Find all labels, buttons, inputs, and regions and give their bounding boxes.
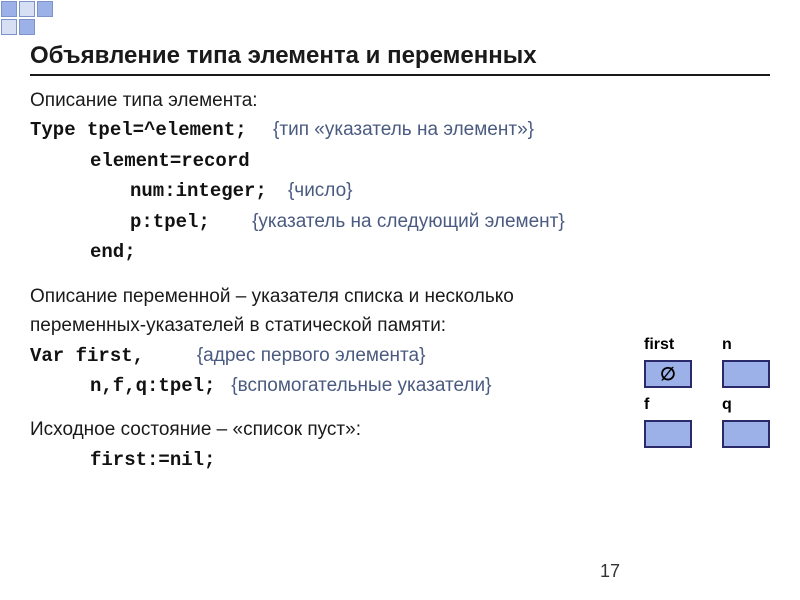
- type-description-label: Описание типа элемента:: [30, 86, 770, 115]
- code-text: Var first,: [30, 345, 144, 367]
- box-label-first: first: [644, 336, 704, 354]
- diagram-row-1: first n: [644, 336, 772, 354]
- code-text: Type tpel=^element;: [30, 119, 247, 141]
- code-text: first:=nil;: [90, 449, 215, 471]
- box-label-n: n: [704, 336, 772, 354]
- code-line-3: num:integer; {число}: [30, 176, 770, 206]
- slide-title: Объявление типа элемента и переменных: [30, 42, 770, 76]
- empty-set-icon: ∅: [660, 364, 676, 385]
- code-text: element=record: [90, 150, 250, 172]
- diagram-row-2: f q: [644, 396, 772, 414]
- box-n: [722, 360, 770, 388]
- code-line-2: element=record: [30, 146, 770, 176]
- code-line-5: end;: [30, 237, 770, 267]
- box-first: ∅: [644, 360, 692, 388]
- box-label-f: f: [644, 396, 704, 414]
- box-q: [722, 420, 770, 448]
- code-text: p:tpel;: [130, 211, 210, 233]
- code-comment: {адрес первого элемента}: [197, 345, 426, 366]
- box-f: [644, 420, 692, 448]
- corner-decoration: [0, 0, 80, 28]
- page-number: 17: [600, 561, 620, 582]
- code-text: num:integer;: [130, 180, 267, 202]
- memory-diagram: first n ∅ f q: [644, 336, 772, 454]
- code-line-4: p:tpel; {указатель на следующий элемент}: [30, 207, 770, 237]
- code-comment: {число}: [288, 180, 353, 201]
- var-description-label: Описание переменной – указателя списка и…: [30, 282, 560, 341]
- code-text: n,f,q:tpel;: [90, 375, 215, 397]
- box-label-q: q: [704, 396, 772, 414]
- diagram-row-boxes-2: [644, 420, 772, 448]
- code-text: end;: [90, 241, 136, 263]
- code-comment: {вспомогательные указатели}: [231, 375, 491, 396]
- code-comment: {указатель на следующий элемент}: [252, 211, 565, 232]
- code-comment: {тип «указатель на элемент»}: [273, 119, 534, 140]
- diagram-row-boxes-1: ∅: [644, 360, 772, 388]
- code-line-1: Type tpel=^element; {тип «указатель на э…: [30, 115, 770, 145]
